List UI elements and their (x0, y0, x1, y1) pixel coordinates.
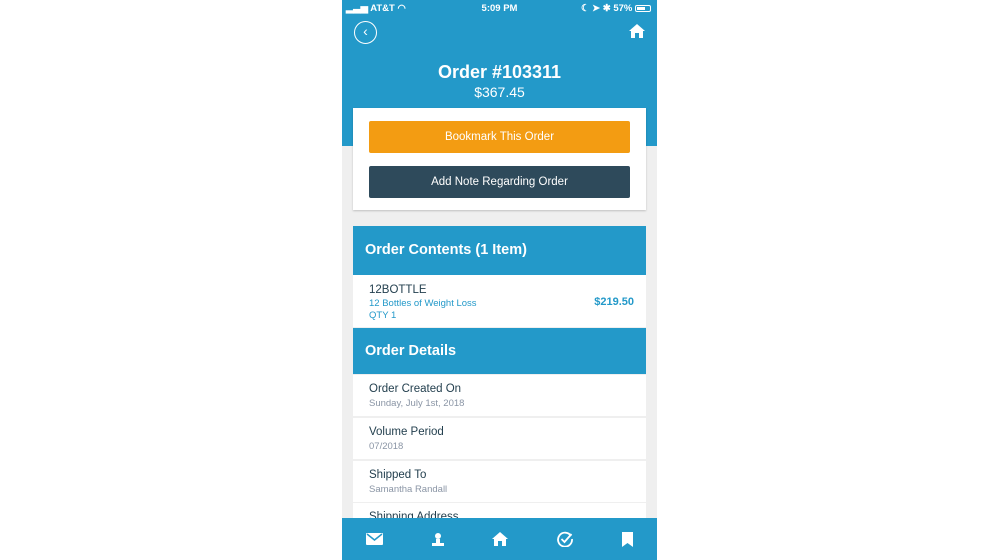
detail-row: Order Created On Sunday, July 1st, 2018 (353, 375, 646, 416)
item-name: 12 Bottles of Weight Loss (369, 298, 477, 309)
mail-icon[interactable] (366, 533, 384, 545)
item-qty: QTY 1 (369, 310, 397, 321)
detail-value: 07/2018 (369, 441, 404, 452)
status-bar: ▂▃▅ AT&T ◠ 5:09 PM ☾ ➤ ✱ 57% (342, 2, 657, 16)
item-price: $219.50 (594, 296, 634, 308)
check-circle-icon[interactable] (557, 531, 573, 547)
detail-row: Shipped To Samantha Randall (353, 461, 646, 502)
battery-icon (635, 5, 651, 12)
detail-label: Volume Period (369, 426, 444, 438)
profile-icon[interactable] (431, 532, 444, 546)
list-item[interactable]: 12BOTTLE 12 Bottles of Weight Loss QTY 1… (353, 275, 646, 327)
order-total: $367.45 (474, 84, 525, 100)
detail-value: Sunday, July 1st, 2018 (369, 398, 465, 409)
add-note-button[interactable]: Add Note Regarding Order (369, 166, 630, 198)
page-title: Order #103311 (437, 62, 562, 82)
phone-screen: ▂▃▅ AT&T ◠ 5:09 PM ☾ ➤ ✱ 57% ‹ Order #10… (342, 0, 657, 560)
bookmark-icon[interactable] (621, 531, 633, 547)
battery-percent: 57% (613, 3, 633, 14)
bookmark-order-button[interactable]: Bookmark This Order (369, 121, 630, 153)
detail-label: Shipped To (369, 469, 427, 481)
home-tab-icon[interactable] (492, 532, 509, 546)
detail-value: Samantha Randall (369, 484, 448, 495)
order-details-heading: Order Details (353, 328, 646, 374)
home-icon[interactable] (629, 24, 645, 38)
actions-card: Bookmark This Order Add Note Regarding O… (353, 108, 646, 210)
back-button[interactable]: ‹ (354, 21, 377, 44)
detail-label: Order Created On (369, 383, 462, 395)
status-right: ☾ ➤ ✱ 57% (581, 3, 651, 14)
order-contents-heading: Order Contents (1 Item) (353, 226, 646, 275)
item-sku: 12BOTTLE (369, 284, 427, 296)
tab-bar (342, 518, 657, 560)
detail-row: Volume Period 07/2018 (353, 418, 646, 459)
